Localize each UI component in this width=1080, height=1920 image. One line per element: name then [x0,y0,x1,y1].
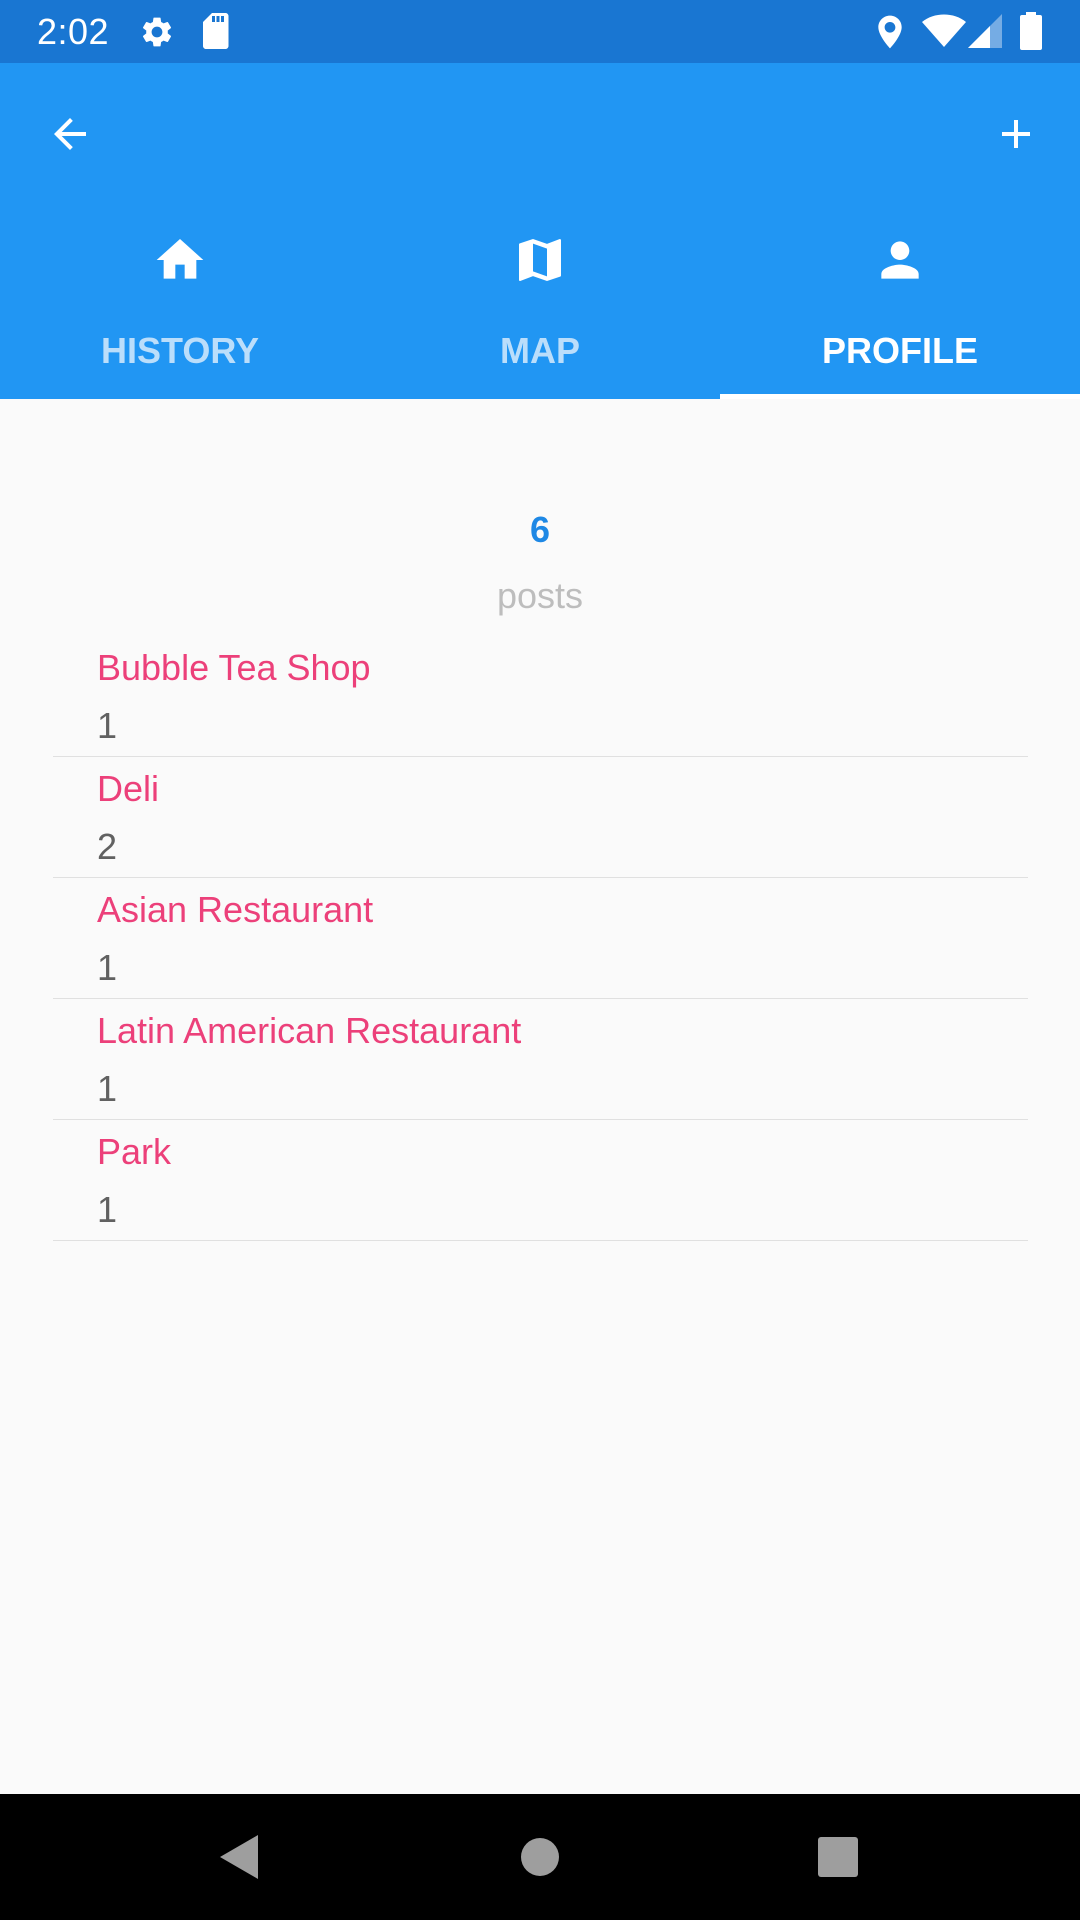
list-item[interactable]: Bubble Tea Shop 1 [53,636,1028,757]
wifi-icon [922,14,966,47]
category-name: Latin American Restaurant [97,1010,522,1051]
arrow-left-icon [54,118,86,150]
category-count: 1 [97,1189,118,1230]
category-name: Asian Restaurant [97,889,374,930]
gear-icon [142,17,172,47]
post-count: 6 [529,509,551,550]
category-list: Bubble Tea Shop 1 Deli 2 Asian Restauran… [53,636,1028,1241]
tab-profile[interactable]: PROFILE [720,223,1080,399]
tab-history[interactable]: HISTORY [0,223,360,399]
category-count: 2 [97,826,118,867]
list-item[interactable]: Latin American Restaurant 1 [53,999,1028,1120]
category-name: Bubble Tea Shop [97,647,371,688]
recents-square-icon [818,1837,858,1877]
location-icon [878,15,902,49]
category-count: 1 [97,1068,118,1109]
sd-card-icon [203,13,229,49]
tab-profile-label: PROFILE [821,330,978,371]
battery-icon [1020,12,1042,50]
person-icon [881,241,919,279]
status-time: 2:02 [37,11,110,52]
nav-back-button[interactable] [190,1807,290,1907]
tab-selected-indicator [720,394,1080,399]
list-item[interactable]: Deli 2 [53,757,1028,878]
category-count: 1 [97,705,118,746]
nav-home-button[interactable] [490,1807,590,1907]
back-button[interactable] [22,86,118,182]
app-bar: HISTORY MAP PROFILE [0,63,1080,399]
category-name: Deli [97,768,160,809]
home-circle-icon [521,1838,559,1876]
plus-icon [1002,120,1030,148]
list-item[interactable]: Park 1 [53,1120,1028,1241]
post-count-label: posts [496,575,584,616]
home-icon [156,239,204,279]
category-count: 1 [97,947,118,988]
status-bar: 2:02 [0,0,1080,63]
category-name: Park [97,1131,172,1172]
back-triangle-icon [220,1835,258,1879]
tab-map-label: MAP [500,330,580,371]
tab-map[interactable]: MAP [360,223,720,399]
cell-signal-icon [968,14,1002,48]
tab-history-label: HISTORY [100,330,260,371]
list-item[interactable]: Asian Restaurant 1 [53,878,1028,999]
add-button[interactable] [968,86,1064,182]
map-icon [519,239,561,281]
system-nav-bar [0,1794,1080,1920]
nav-recents-button[interactable] [788,1807,888,1907]
